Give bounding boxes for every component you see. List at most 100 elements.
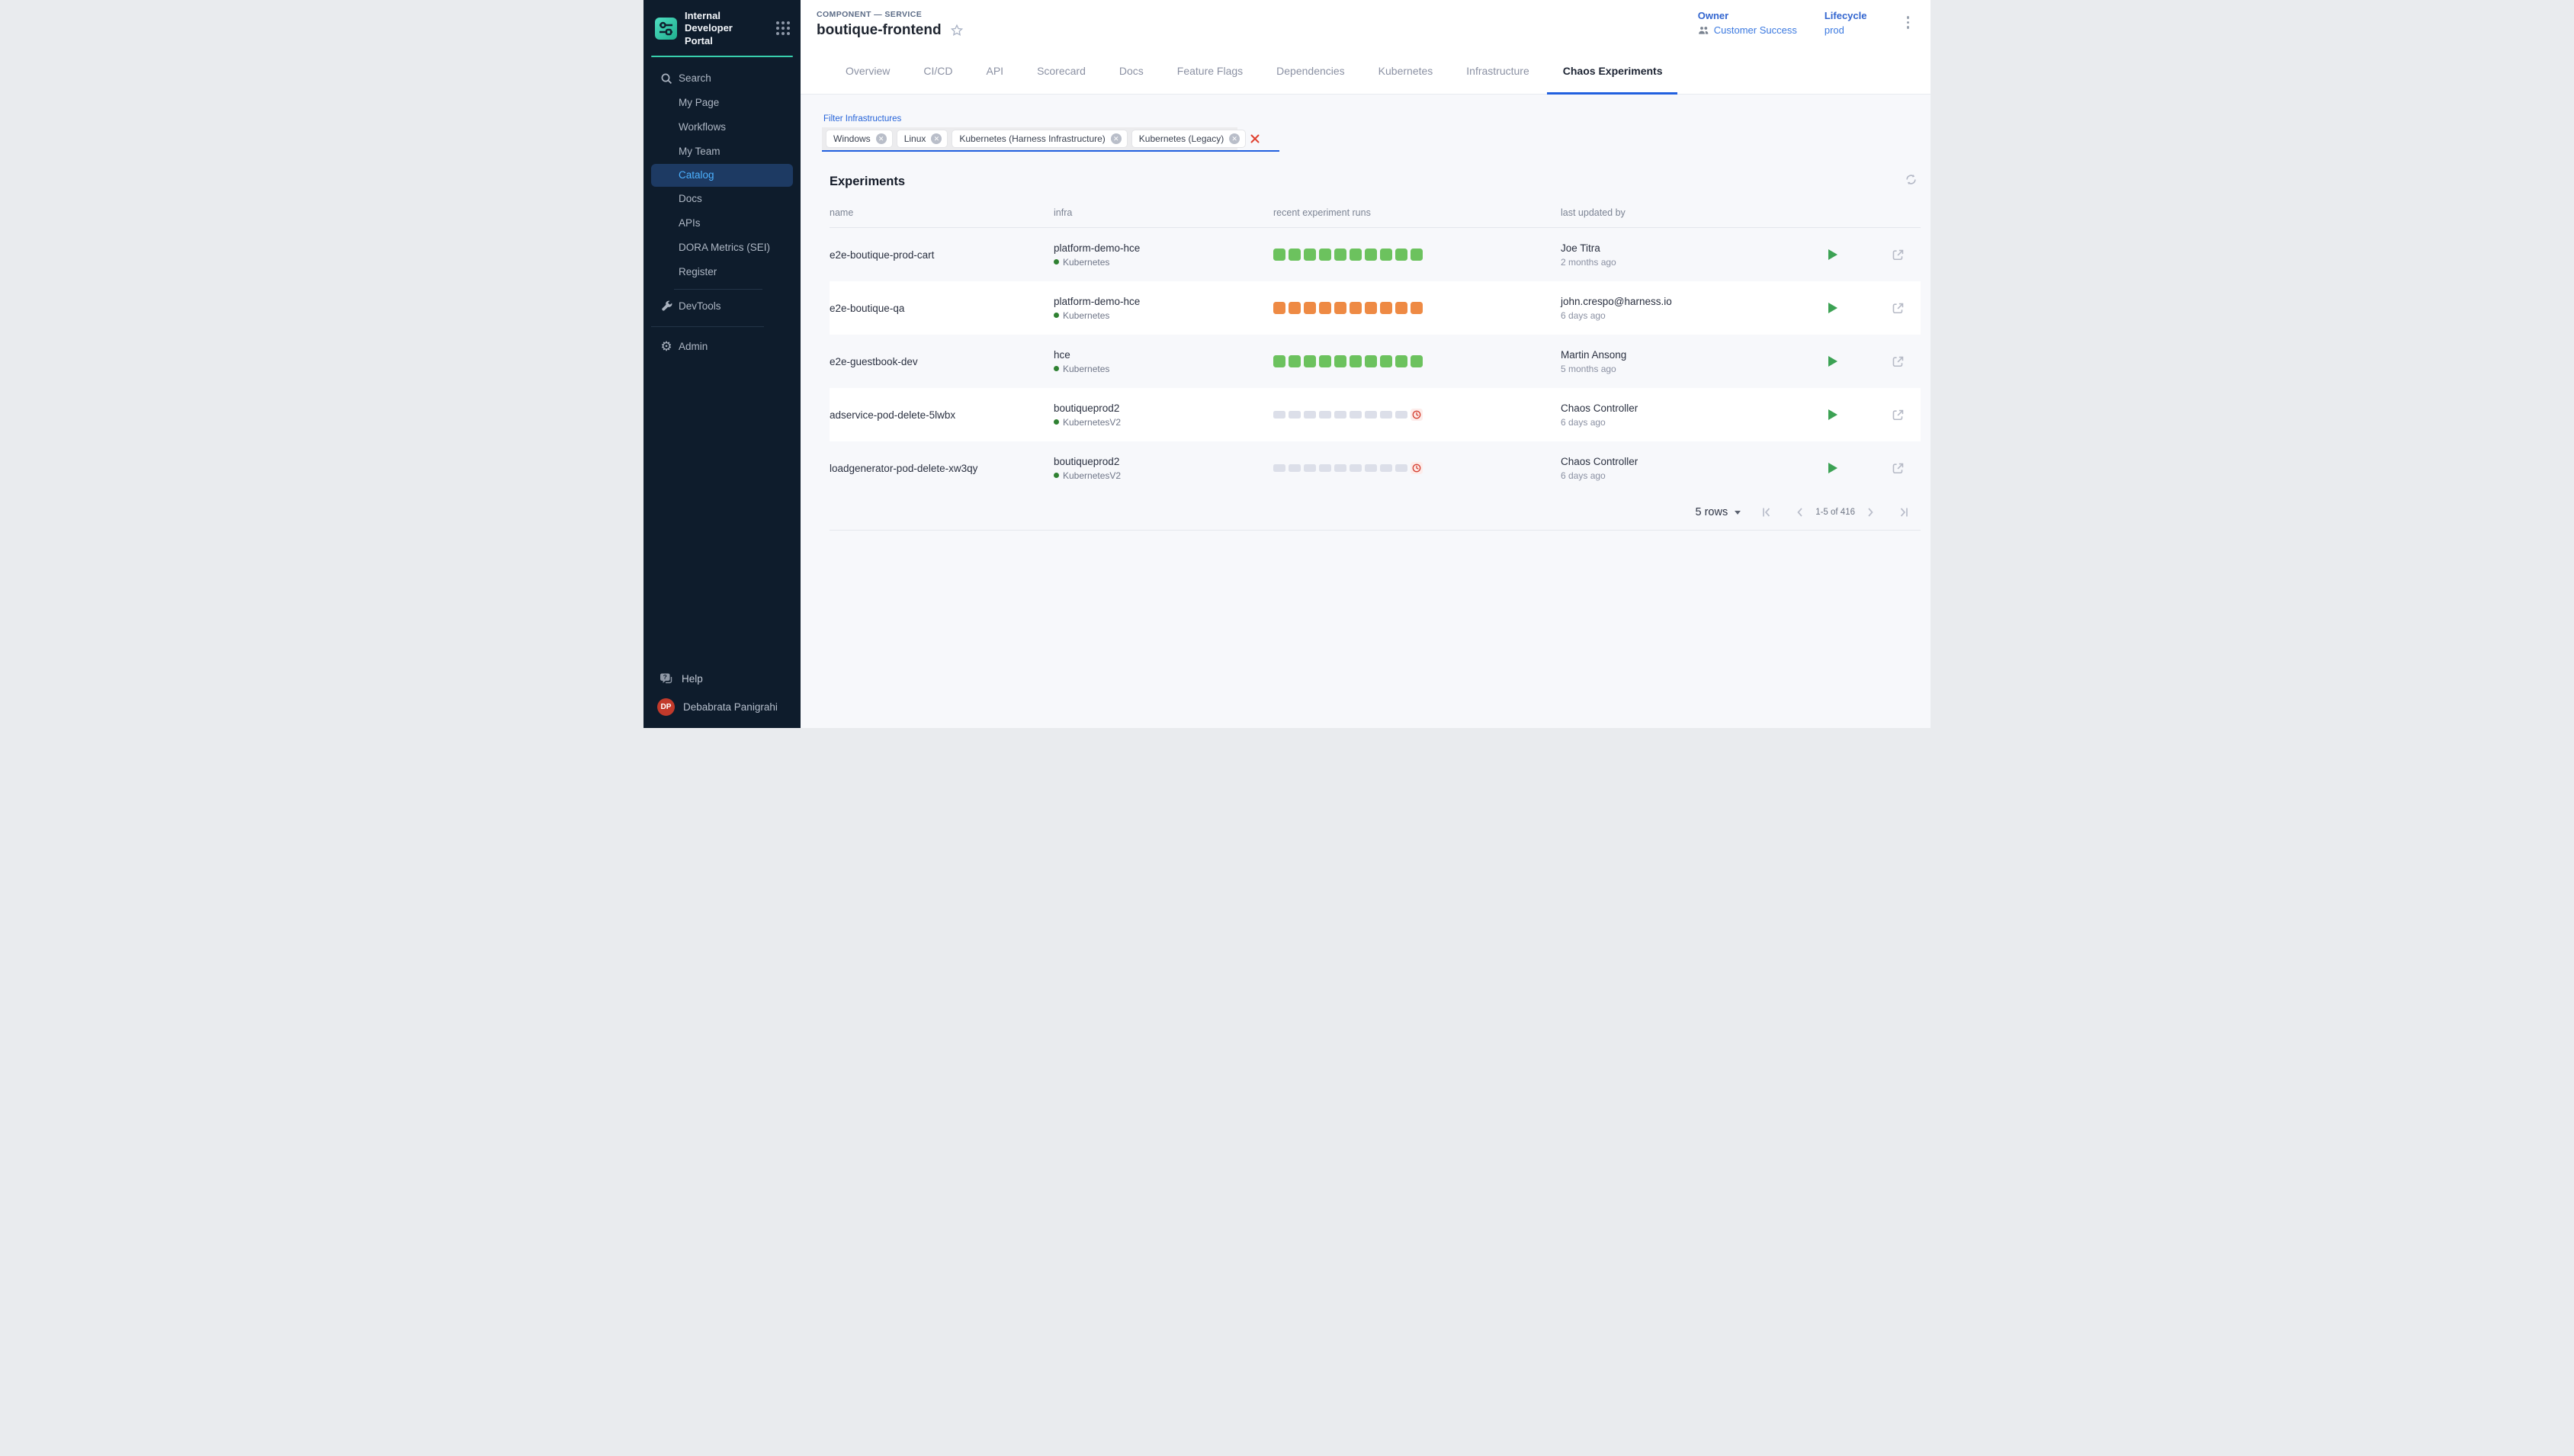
run-status-pending[interactable]	[1319, 411, 1331, 419]
run-status-pending[interactable]	[1380, 464, 1392, 472]
run-experiment-button[interactable]	[1828, 356, 1837, 367]
kebab-menu-icon[interactable]	[1904, 13, 1913, 32]
run-status-pending[interactable]	[1334, 464, 1346, 472]
run-status-success[interactable]	[1365, 249, 1377, 261]
run-status-pending[interactable]	[1304, 464, 1316, 472]
sidebar-item-register[interactable]: Register	[644, 260, 801, 284]
filter-infrastructures-label[interactable]: Filter Infrastructures	[823, 114, 901, 123]
run-status-success[interactable]	[1289, 355, 1301, 367]
run-status-success[interactable]	[1304, 249, 1316, 261]
run-status-success[interactable]	[1350, 355, 1362, 367]
sidebar-item-workflows[interactable]: Workflows	[644, 115, 801, 140]
run-status-success[interactable]	[1273, 249, 1285, 261]
run-status-pending[interactable]	[1319, 464, 1331, 472]
sidebar-item-devtools[interactable]: DevTools	[644, 294, 801, 319]
sidebar-item-admin[interactable]: ⚙Admin	[644, 335, 801, 359]
run-status-warning[interactable]	[1319, 302, 1331, 314]
owner-link[interactable]: Customer Success	[1698, 24, 1797, 36]
run-status-success[interactable]	[1365, 355, 1377, 367]
run-status-success[interactable]	[1380, 355, 1392, 367]
run-status-success[interactable]	[1411, 355, 1423, 367]
run-status-pending[interactable]	[1289, 464, 1301, 472]
run-status-pending[interactable]	[1365, 464, 1377, 472]
run-status-error[interactable]	[1411, 409, 1423, 421]
sidebar-item-catalog[interactable]: Catalog	[651, 164, 793, 187]
tab-kubernetes[interactable]: Kubernetes	[1378, 47, 1433, 94]
user-menu[interactable]: DP Debabrata Panigrahi	[644, 692, 801, 728]
run-status-pending[interactable]	[1334, 411, 1346, 419]
sidebar-item-docs[interactable]: Docs	[644, 187, 801, 211]
run-status-success[interactable]	[1319, 249, 1331, 261]
run-status-success[interactable]	[1273, 355, 1285, 367]
run-experiment-button[interactable]	[1828, 409, 1837, 420]
last-page-icon[interactable]	[1898, 506, 1910, 518]
sidebar-item-apis[interactable]: APIs	[644, 211, 801, 236]
run-status-pending[interactable]	[1273, 464, 1285, 472]
run-status-success[interactable]	[1334, 249, 1346, 261]
sidebar-item-my-team[interactable]: My Team	[644, 140, 801, 164]
tab-scorecard[interactable]: Scorecard	[1037, 47, 1086, 94]
run-status-pending[interactable]	[1350, 464, 1362, 472]
open-experiment-icon[interactable]	[1892, 409, 1905, 422]
run-status-pending[interactable]	[1395, 464, 1407, 472]
run-status-success[interactable]	[1334, 355, 1346, 367]
chip-remove-icon[interactable]: ✕	[1229, 133, 1240, 144]
tab-overview[interactable]: Overview	[846, 47, 890, 94]
run-status-warning[interactable]	[1411, 302, 1423, 314]
open-experiment-icon[interactable]	[1892, 355, 1905, 368]
run-experiment-button[interactable]	[1828, 463, 1837, 473]
run-status-success[interactable]	[1350, 249, 1362, 261]
run-status-pending[interactable]	[1289, 411, 1301, 419]
sidebar-item-search[interactable]: Search	[644, 66, 801, 91]
tab-docs[interactable]: Docs	[1119, 47, 1144, 94]
run-status-warning[interactable]	[1289, 302, 1301, 314]
run-status-warning[interactable]	[1350, 302, 1362, 314]
tab-feature-flags[interactable]: Feature Flags	[1177, 47, 1243, 94]
open-experiment-icon[interactable]	[1892, 249, 1905, 261]
chip-remove-icon[interactable]: ✕	[931, 133, 942, 144]
tab-api[interactable]: API	[986, 47, 1003, 94]
open-experiment-icon[interactable]	[1892, 462, 1905, 475]
run-status-success[interactable]	[1289, 249, 1301, 261]
run-status-warning[interactable]	[1365, 302, 1377, 314]
run-status-pending[interactable]	[1380, 411, 1392, 419]
sidebar-item-dora-metrics-sei[interactable]: DORA Metrics (SEI)	[644, 236, 801, 260]
open-experiment-icon[interactable]	[1892, 302, 1905, 315]
run-status-warning[interactable]	[1273, 302, 1285, 314]
chip-remove-icon[interactable]: ✕	[876, 133, 887, 144]
run-experiment-button[interactable]	[1828, 303, 1837, 313]
run-status-success[interactable]	[1411, 249, 1423, 261]
run-status-success[interactable]	[1395, 249, 1407, 261]
refresh-icon[interactable]	[1905, 173, 1918, 190]
run-status-success[interactable]	[1304, 355, 1316, 367]
rows-per-page-select[interactable]: 5 rows	[1695, 506, 1741, 518]
run-experiment-button[interactable]	[1828, 249, 1837, 260]
run-status-pending[interactable]	[1350, 411, 1362, 419]
run-status-pending[interactable]	[1365, 411, 1377, 419]
apps-grid-icon[interactable]	[776, 21, 790, 35]
run-status-warning[interactable]	[1304, 302, 1316, 314]
tab-infrastructure[interactable]: Infrastructure	[1466, 47, 1529, 94]
run-status-pending[interactable]	[1304, 411, 1316, 419]
first-page-icon[interactable]	[1760, 506, 1773, 518]
infrastructure-filter-input[interactable]: Windows✕Linux✕Kubernetes (Harness Infras…	[822, 127, 1279, 152]
tab-chaos-experiments[interactable]: Chaos Experiments	[1563, 47, 1663, 94]
run-status-warning[interactable]	[1334, 302, 1346, 314]
clear-filters-icon[interactable]	[1250, 133, 1260, 144]
run-status-error[interactable]	[1411, 462, 1423, 474]
tab-dependencies[interactable]: Dependencies	[1276, 47, 1345, 94]
chip-remove-icon[interactable]: ✕	[1111, 133, 1122, 144]
run-status-pending[interactable]	[1395, 411, 1407, 419]
run-status-warning[interactable]	[1395, 302, 1407, 314]
run-status-warning[interactable]	[1380, 302, 1392, 314]
run-status-success[interactable]	[1395, 355, 1407, 367]
run-status-success[interactable]	[1319, 355, 1331, 367]
sidebar-item-my-page[interactable]: My Page	[644, 91, 801, 115]
tab-ci-cd[interactable]: CI/CD	[923, 47, 952, 94]
run-status-success[interactable]	[1380, 249, 1392, 261]
next-page-icon[interactable]	[1864, 506, 1876, 518]
run-status-pending[interactable]	[1273, 411, 1285, 419]
previous-page-icon[interactable]	[1794, 506, 1806, 518]
sidebar-item-help[interactable]: ? Help	[644, 665, 801, 692]
favorite-star-icon[interactable]	[950, 24, 964, 37]
